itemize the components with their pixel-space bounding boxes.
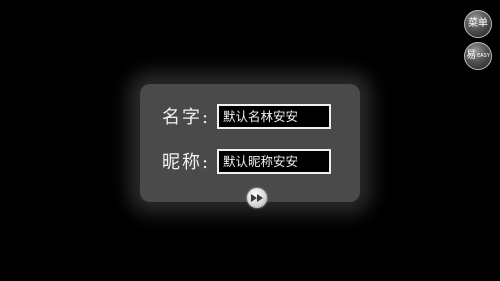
easy-button-label: 易: [466, 50, 477, 61]
nickname-field[interactable]: 默认昵称安安: [217, 148, 331, 174]
menu-button[interactable]: 菜单: [464, 10, 492, 38]
name-row: 名字: 默认名林安安: [162, 103, 331, 129]
fast-forward-icon: [251, 194, 263, 202]
name-entry-dialog: 名字: 默认名林安安 昵称: 默认昵称安安: [140, 84, 360, 208]
easy-button-sublabel: EASY: [477, 53, 490, 59]
name-field[interactable]: 默认名林安安: [217, 103, 331, 129]
confirm-next-button[interactable]: [247, 188, 267, 208]
menu-button-label: 菜单: [468, 18, 488, 29]
easy-mode-button[interactable]: 易 EASY: [464, 42, 492, 70]
nickname-label: 昵称:: [162, 152, 211, 173]
game-screen: 名字: 默认名林安安 昵称: 默认昵称安安 菜单 易 EASY: [0, 0, 500, 281]
name-label: 名字:: [162, 107, 211, 128]
nickname-row: 昵称: 默认昵称安安: [162, 148, 331, 174]
